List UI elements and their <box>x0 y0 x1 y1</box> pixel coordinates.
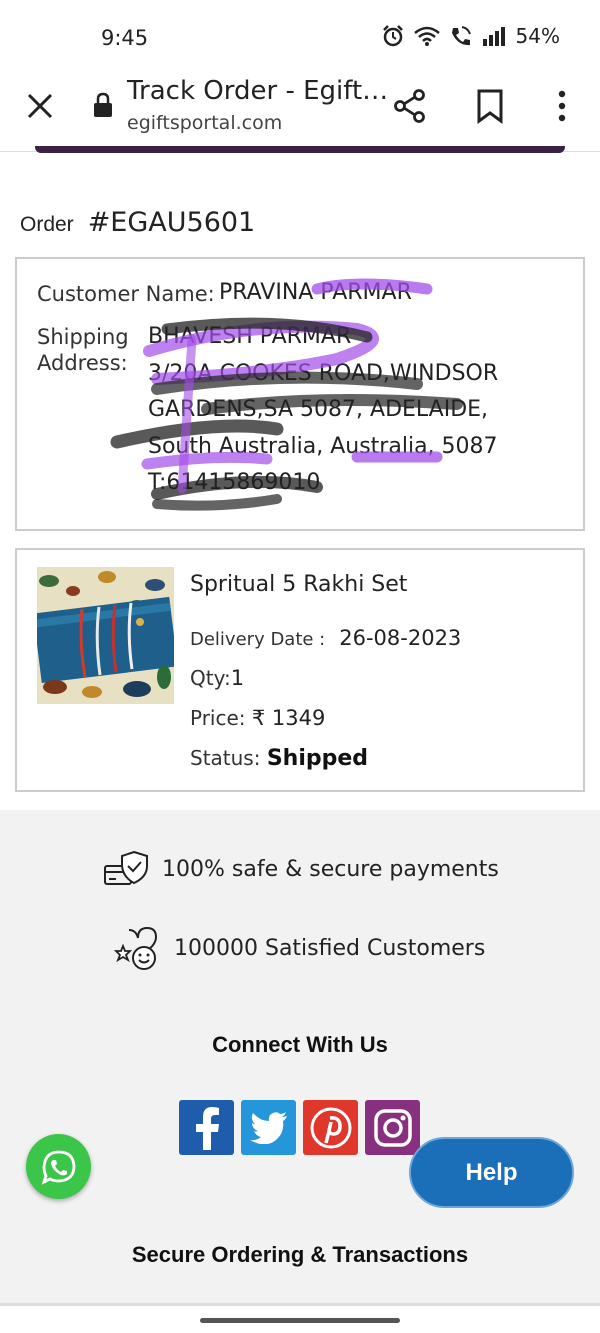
help-button[interactable]: Help <box>409 1137 574 1208</box>
secure-payments-text: 100% safe & secure payments <box>162 856 499 882</box>
secure-ordering-title: Secure Ordering & Transactions <box>131 1242 469 1267</box>
rakhi-set-image <box>37 567 174 704</box>
qty-label: Qty: <box>190 666 231 690</box>
satisfied-customers-feature: 100000 Satisfied Customers <box>114 924 485 972</box>
status-value: Shipped <box>266 746 369 771</box>
order-number: #EGAU5601 <box>87 207 256 238</box>
page-title[interactable]: Track Order - Egift… <box>127 76 388 106</box>
twitter-icon[interactable] <box>241 1100 296 1155</box>
social-links <box>179 1100 420 1155</box>
status-label: Status: <box>190 746 261 770</box>
address-line: GARDENS,SA 5087, ADELAIDE, <box>148 397 489 422</box>
header-divider <box>35 146 565 153</box>
whatsapp-button[interactable] <box>26 1134 91 1199</box>
secure-payments-feature: 100% safe & secure payments <box>104 850 499 888</box>
footer: 100% safe & secure payments 100000 Satis… <box>0 810 600 1310</box>
close-icon[interactable] <box>24 90 56 122</box>
share-icon[interactable] <box>392 88 428 124</box>
alarm-icon <box>382 25 403 47</box>
price-label: Price: <box>190 706 246 730</box>
price-row: Price: ₹ 1349 <box>190 706 325 730</box>
delivery-date-value: 26-08-2023 <box>339 626 462 650</box>
more-icon[interactable] <box>552 88 572 124</box>
page-url[interactable]: egiftsportal.com <box>127 112 282 134</box>
delivery-date-row: Delivery Date : 26-08-2023 <box>190 626 461 650</box>
connect-title: Connect With Us <box>212 1032 388 1057</box>
shipping-address-label-2: Address: <box>37 351 128 375</box>
pinterest-icon[interactable] <box>303 1100 358 1155</box>
satisfied-customers-icon <box>114 926 158 970</box>
qty-row: Qty:1 <box>190 666 244 690</box>
product-image[interactable] <box>37 567 174 704</box>
shipping-address-label-1: Shipping <box>37 325 129 349</box>
address-line: 3/20A COOKES ROAD,WINDSOR <box>148 360 499 386</box>
product-card: Spritual 5 Rakhi Set Delivery Date : 26-0… <box>15 548 585 792</box>
product-name[interactable]: Spritual 5 Rakhi Set <box>190 572 407 597</box>
price-value: ₹ 1349 <box>251 706 326 730</box>
home-gesture-pill[interactable] <box>200 1318 400 1323</box>
secure-payment-icon <box>104 850 148 885</box>
browser-toolbar: Track Order - Egift… egiftsportal.com <box>0 72 600 152</box>
status-icons: 54% <box>382 24 560 48</box>
wifi-call-icon <box>451 26 471 46</box>
status-time: 9:45 <box>101 26 149 50</box>
shipping-address: BHAVESH PARMAR 3/20A COOKES ROAD,WINDSOR… <box>148 319 568 502</box>
instagram-icon[interactable] <box>365 1100 420 1155</box>
customer-name-value: PRAVINA PARMAR <box>219 280 412 305</box>
qty-value: 1 <box>230 666 245 690</box>
delivery-date-label: Delivery Date : <box>190 629 326 650</box>
address-line: BHAVESH PARMAR <box>148 324 352 349</box>
wifi-icon <box>413 26 440 46</box>
battery-percent: 54% <box>515 24 560 48</box>
system-nav-bar <box>0 1303 600 1333</box>
bookmark-icon[interactable] <box>475 88 505 124</box>
facebook-icon[interactable] <box>179 1100 234 1155</box>
lock-icon[interactable] <box>93 92 113 118</box>
address-line: South Australia, Australia, 5087 <box>148 433 498 459</box>
address-line: T:61415869010 <box>148 470 321 495</box>
customer-name-label: Customer Name: <box>37 282 215 306</box>
order-label: Order <box>20 213 74 236</box>
status-row: Status: Shipped <box>190 746 368 771</box>
satisfied-customers-text: 100000 Satisfied Customers <box>174 935 486 961</box>
order-heading: Order #EGAU5601 <box>20 207 255 238</box>
customer-details-card: Customer Name: PRAVINA PARMAR Shipping A… <box>15 257 585 531</box>
signal-icon <box>482 27 505 46</box>
status-bar: 9:45 54% <box>0 0 600 72</box>
whatsapp-icon <box>41 1150 75 1185</box>
